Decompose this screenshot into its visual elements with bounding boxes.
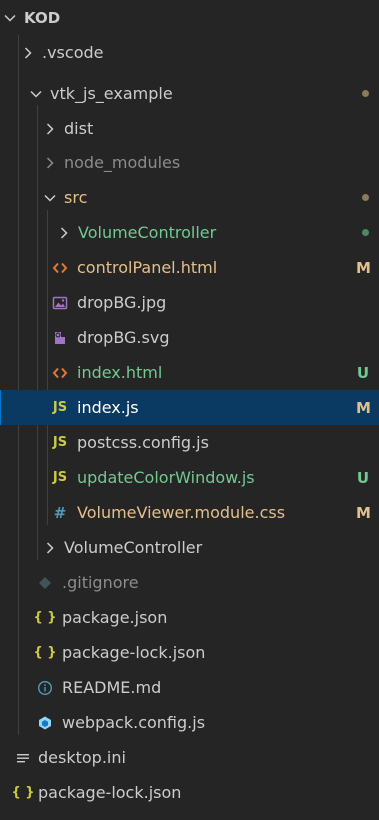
file-dropbg-jpg[interactable]: dropBG.jpg: [0, 285, 379, 320]
chevron-right-icon: [42, 121, 58, 137]
root-folder-label: KOD: [24, 8, 61, 27]
git-status-badge: M: [356, 398, 371, 417]
git-status-badge: U: [356, 363, 370, 382]
file-control-panel-html[interactable]: controlPanel.html M: [0, 250, 379, 285]
file-label: index.js: [77, 398, 139, 417]
folder-vscode[interactable]: .vscode: [0, 35, 379, 70]
file-package-lock-json[interactable]: { } package-lock.json: [0, 635, 379, 670]
folder-dist[interactable]: dist: [0, 111, 379, 146]
file-label: desktop.ini: [38, 748, 126, 767]
file-label: package-lock.json: [62, 643, 206, 662]
folder-vtk-js-example[interactable]: vtk_js_example: [0, 76, 379, 111]
chevron-right-icon: [56, 225, 72, 241]
chevron-right-icon: [20, 45, 36, 61]
json-file-icon: { }: [33, 645, 57, 660]
folder-node-modules[interactable]: node_modules: [0, 145, 379, 180]
file-label: VolumeViewer.module.css: [77, 503, 286, 522]
git-file-icon: [36, 574, 54, 592]
file-label: updateColorWindow.js: [77, 468, 255, 487]
svg-file-icon: [51, 329, 69, 347]
css-file-icon: #: [53, 503, 67, 522]
js-file-icon: JS: [52, 470, 68, 485]
folder-src[interactable]: src: [0, 180, 379, 215]
file-label: package.json: [62, 608, 168, 627]
git-status-badge: U: [356, 468, 370, 487]
file-readme-md[interactable]: README.md: [0, 670, 379, 705]
settings-lines-icon: [14, 749, 32, 767]
file-desktop-ini[interactable]: desktop.ini: [0, 740, 379, 775]
chevron-right-icon: [42, 540, 58, 556]
workspace-root-kod[interactable]: KOD: [0, 0, 379, 35]
modified-dot: [362, 194, 369, 201]
info-icon: [36, 679, 54, 697]
html-file-icon: [51, 364, 69, 382]
folder-label: src: [64, 188, 88, 207]
file-label: index.html: [77, 363, 163, 382]
file-update-color-window-js[interactable]: JS updateColorWindow.js U: [0, 460, 379, 495]
folder-volume-controller-src[interactable]: VolumeController: [0, 215, 379, 250]
webpack-icon: [36, 714, 54, 732]
folder-label: dist: [64, 119, 94, 138]
git-status-badge: M: [356, 258, 371, 277]
file-label: dropBG.svg: [77, 328, 170, 347]
html-file-icon: [51, 259, 69, 277]
git-status-badge: M: [356, 503, 371, 522]
untracked-dot: [362, 229, 369, 236]
modified-dot: [362, 90, 369, 97]
image-file-icon: [51, 294, 69, 312]
file-label: dropBG.jpg: [77, 293, 167, 312]
chevron-down-icon: [28, 86, 44, 102]
js-file-icon: JS: [52, 400, 68, 415]
chevron-right-icon: [42, 155, 58, 171]
file-explorer: KOD .vscode vtk_js_example dist node_mod…: [0, 0, 379, 820]
file-volume-viewer-module-css[interactable]: # VolumeViewer.module.css M: [0, 495, 379, 530]
file-postcss-config-js[interactable]: JS postcss.config.js: [0, 425, 379, 460]
file-dropbg-svg[interactable]: dropBG.svg: [0, 320, 379, 355]
file-index-html[interactable]: index.html U: [0, 355, 379, 390]
folder-label: .vscode: [42, 43, 104, 62]
js-file-icon: JS: [52, 435, 68, 450]
file-label: package-lock.json: [38, 783, 182, 802]
file-index-js[interactable]: JS index.js M: [0, 390, 379, 425]
json-file-icon: { }: [33, 610, 57, 625]
file-label: .gitignore: [62, 573, 139, 592]
file-label: README.md: [62, 678, 162, 697]
folder-label: VolumeController: [64, 538, 203, 557]
file-webpack-config-js[interactable]: webpack.config.js: [0, 705, 379, 740]
json-file-icon: { }: [11, 785, 35, 800]
file-package-lock-json-root[interactable]: { } package-lock.json: [0, 775, 379, 810]
chevron-down-icon: [2, 10, 18, 26]
folder-label: vtk_js_example: [50, 84, 173, 103]
chevron-down-icon: [42, 190, 58, 206]
folder-label: node_modules: [64, 153, 181, 172]
file-label: controlPanel.html: [77, 258, 218, 277]
file-package-json[interactable]: { } package.json: [0, 600, 379, 635]
file-label: postcss.config.js: [77, 433, 209, 452]
file-label: webpack.config.js: [62, 713, 206, 732]
folder-volume-controller[interactable]: VolumeController: [0, 530, 379, 565]
folder-label: VolumeController: [78, 223, 217, 242]
file-gitignore[interactable]: .gitignore: [0, 565, 379, 600]
